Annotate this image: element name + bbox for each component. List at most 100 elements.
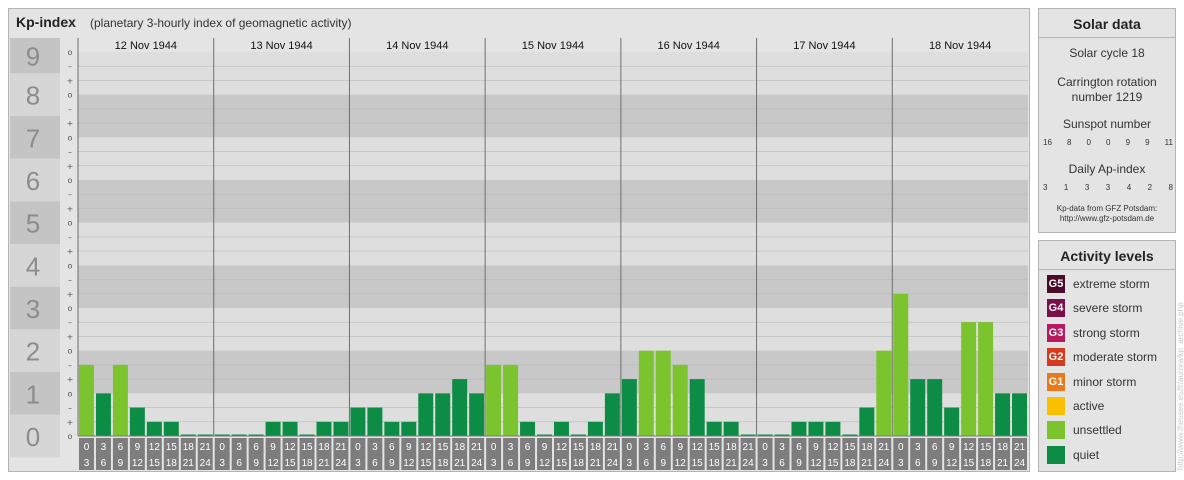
time-slot-end-label: 9 [932, 458, 938, 469]
y-tick-label: 5 [26, 209, 40, 239]
time-slot-end-label: 9 [660, 458, 666, 469]
time-slot-end-label: 21 [318, 458, 330, 469]
data-credit-url: http://www.gfz-potsdam.de [1059, 214, 1155, 223]
time-slot-start-label: 12 [692, 442, 704, 453]
solar-data-title: Solar data [1039, 9, 1175, 38]
y-minor-tick-label: + [67, 76, 74, 85]
kp-bar [418, 393, 434, 436]
kp-bar [621, 379, 637, 436]
time-slot-start-label: 3 [236, 442, 242, 453]
legend-swatch: G3 [1047, 323, 1065, 342]
time-slot-end-label: 24 [200, 458, 212, 469]
time-slot-start-label: 3 [101, 442, 107, 453]
time-slot-start-label: 12 [284, 442, 296, 453]
time-slot-end-label: 15 [284, 458, 296, 469]
time-slot-end-label: 3 [627, 458, 633, 469]
y-tick-label: 2 [26, 337, 40, 367]
kp-bar [554, 421, 569, 436]
y-minor-tick-label: o [68, 432, 73, 441]
y-tick-label: 8 [26, 81, 40, 111]
kp-bar [876, 350, 892, 436]
day-label: 17 Nov 1944 [793, 40, 855, 52]
y-tick-label: 4 [26, 251, 40, 281]
kp-bar [808, 421, 824, 436]
y-minor-tick-label: – [68, 276, 72, 285]
legend-item: active [1047, 397, 1104, 415]
time-slot-start-label: 15 [573, 442, 585, 453]
daily-ap-values: 3 1 3 3 4 2 8 [1043, 183, 1173, 192]
y-minor-tick-label: o [68, 389, 73, 398]
legend-swatch: G2 [1047, 348, 1065, 367]
kp-bar [825, 421, 841, 436]
kp-bar [112, 364, 128, 436]
time-slot-start-label: 15 [437, 442, 449, 453]
time-slot-start-label: 18 [861, 442, 873, 453]
time-slot-start-label: 0 [84, 442, 90, 453]
kp-bar [265, 421, 281, 436]
kp-bar [961, 322, 977, 436]
time-slot-end-label: 21 [997, 458, 1009, 469]
time-slot-end-label: 21 [183, 458, 195, 469]
time-slot-start-label: 21 [1014, 442, 1026, 453]
legend-item: G2 moderate storm [1047, 348, 1157, 367]
time-slot-start-label: 15 [301, 442, 313, 453]
time-slot-end-label: 3 [84, 458, 90, 469]
legend-item: G1 minor storm [1047, 372, 1137, 391]
time-slot-start-label: 3 [915, 442, 921, 453]
time-slot-end-label: 6 [236, 458, 242, 469]
time-slot-end-label: 3 [355, 458, 361, 469]
kp-bar [452, 379, 468, 436]
legend-label: minor storm [1073, 374, 1137, 389]
y-tick-label: 9 [26, 42, 40, 72]
time-slot-start-label: 18 [454, 442, 466, 453]
time-slot-start-label: 9 [135, 442, 141, 453]
y-minor-tick-label: o [68, 261, 73, 270]
legend-item: G4 severe storm [1047, 299, 1142, 318]
time-slot-start-label: 0 [491, 442, 497, 453]
legend-item: G5 extreme storm [1047, 275, 1150, 293]
kp-band [78, 52, 1028, 95]
time-slot-end-label: 12 [675, 458, 687, 469]
kp-bar [706, 421, 722, 436]
legend-label: unsettled [1073, 423, 1122, 438]
y-minor-tick-label: o [68, 347, 73, 356]
kp-band [78, 222, 1028, 266]
time-slot-end-label: 15 [692, 458, 704, 469]
y-minor-tick-label: o [68, 48, 73, 57]
time-slot-end-label: 18 [980, 458, 992, 469]
time-slot-end-label: 9 [796, 458, 802, 469]
y-tick-label: 1 [26, 379, 40, 409]
sunspot-value: 0 [1106, 138, 1111, 147]
time-slot-start-label: 6 [796, 442, 802, 453]
kp-bar [927, 379, 943, 436]
time-slot-end-label: 15 [963, 458, 975, 469]
time-slot-start-label: 18 [997, 442, 1009, 453]
y-minor-tick-label: – [68, 318, 72, 327]
legend-item: G3 strong storm [1047, 323, 1140, 342]
activity-levels-panel: Activity levels G5 extreme storm G4 severe … [1038, 240, 1176, 472]
kp-bar [95, 393, 111, 436]
y-tick-label: 0 [26, 422, 40, 452]
time-slot-end-label: 15 [420, 458, 432, 469]
kp-bar [316, 421, 332, 436]
time-slot-start-label: 6 [253, 442, 259, 453]
day-label: 13 Nov 1944 [250, 40, 312, 52]
kp-bar [333, 421, 349, 436]
time-slot-start-label: 12 [149, 442, 161, 453]
kp-bar [486, 364, 502, 436]
legend-label: extreme storm [1073, 277, 1150, 291]
daily-ap-value: 1 [1063, 183, 1069, 192]
y-tick-label: 7 [26, 123, 40, 153]
kp-bar [859, 407, 875, 436]
time-slot-start-label: 0 [219, 442, 225, 453]
y-minor-tick-label: + [67, 162, 74, 171]
y-minor-tick-label: o [68, 219, 73, 228]
legend-item: quiet [1047, 445, 1099, 464]
time-slot-end-label: 24 [607, 458, 619, 469]
time-slot-end-label: 21 [454, 458, 466, 469]
legend-label: active [1073, 399, 1105, 413]
time-slot-end-label: 9 [525, 458, 531, 469]
time-slot-end-label: 24 [471, 458, 483, 469]
kp-bar [638, 350, 654, 436]
legend-swatch [1047, 397, 1065, 415]
